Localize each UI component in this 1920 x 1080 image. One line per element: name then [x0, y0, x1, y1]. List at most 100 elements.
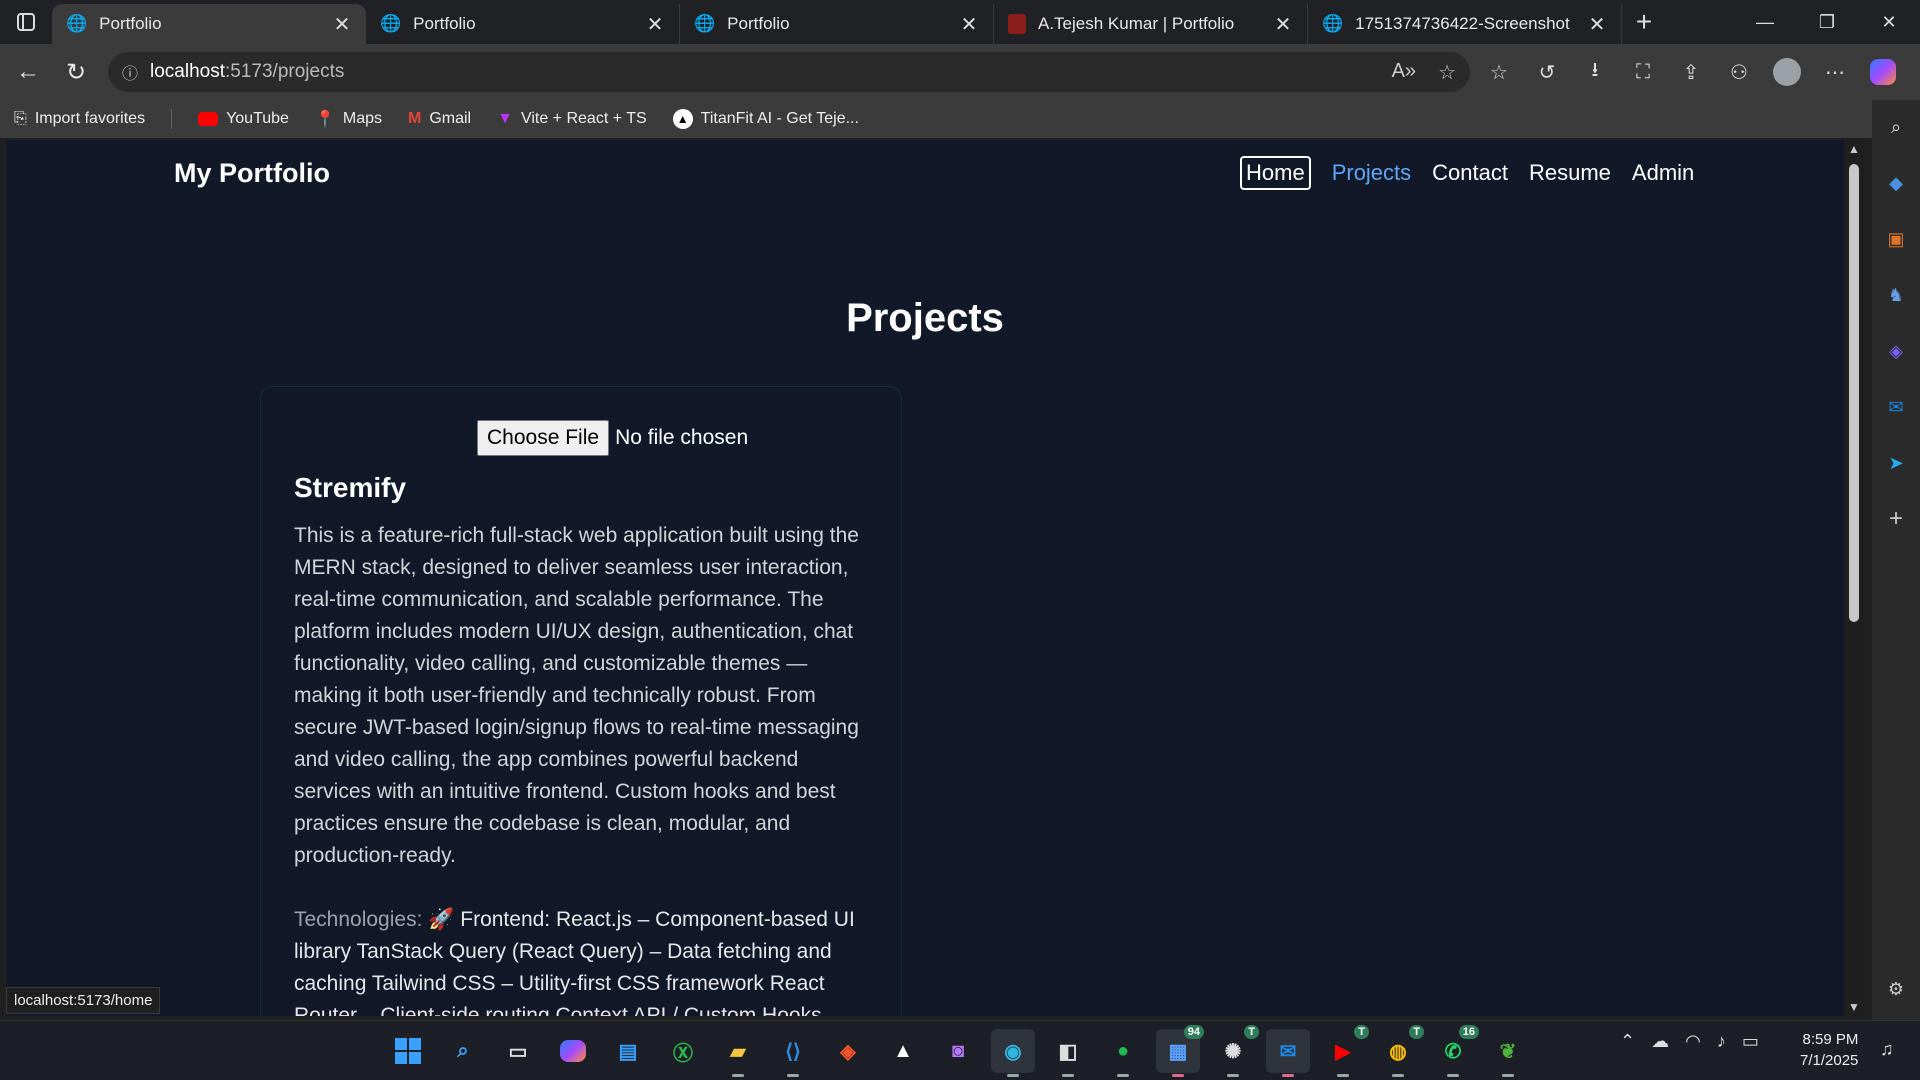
onedrive-icon[interactable]: ☁: [1651, 1031, 1669, 1052]
nav-resume[interactable]: Resume: [1529, 160, 1611, 186]
add-sidebar-icon[interactable]: +: [1883, 505, 1909, 532]
minimize-button[interactable]: —: [1734, 0, 1796, 44]
nav-contact[interactable]: Contact: [1432, 160, 1508, 186]
task-view-icon[interactable]: ▭: [496, 1029, 540, 1073]
plus-icon: +: [1635, 6, 1653, 37]
search-taskbar-icon[interactable]: ⌕: [441, 1029, 485, 1073]
globe-icon: 🌐: [66, 14, 88, 33]
read-aloud-icon[interactable]: A»: [1392, 60, 1416, 85]
tab-actions-button[interactable]: [0, 0, 52, 44]
browser-tab[interactable]: A.Tejesh Kumar | Portfolio ✕: [994, 4, 1308, 44]
page-scrollbar[interactable]: ▲ ▼: [1844, 140, 1864, 1016]
scroll-up-icon[interactable]: ▲: [1848, 142, 1860, 156]
main-nav: Home Projects Contact Resume Admin: [1240, 156, 1694, 190]
scroll-down-icon[interactable]: ▼: [1848, 1000, 1860, 1014]
globe-icon: 🌐: [380, 14, 402, 33]
settings-icon[interactable]: ⚙: [1883, 976, 1909, 1002]
running-indicator: [1502, 1074, 1514, 1077]
globe-icon: 🌐: [1322, 14, 1344, 33]
screenshot-icon[interactable]: ⛶: [1629, 58, 1657, 86]
close-tab-icon[interactable]: ✕: [1587, 12, 1607, 37]
tag-icon[interactable]: ◆: [1883, 170, 1909, 196]
close-tab-icon[interactable]: ✕: [645, 12, 665, 37]
close-tab-icon[interactable]: ✕: [332, 12, 352, 37]
refresh-button[interactable]: ↻: [52, 48, 100, 96]
tab-title: 1751374736422-Screenshot 202: [1355, 14, 1575, 33]
vite-favorite[interactable]: ▼ Vite + React + TS: [497, 110, 647, 128]
profile-avatar[interactable]: [1773, 58, 1801, 86]
nav-home[interactable]: Home: [1240, 156, 1311, 190]
site-info-icon[interactable]: ⓘ: [122, 60, 138, 84]
whatsapp-icon[interactable]: ✆ 16: [1431, 1025, 1479, 1077]
start-button[interactable]: [386, 1029, 430, 1073]
titanfit-favorite[interactable]: ▲ TitanFit AI - Get Teje...: [672, 109, 859, 129]
import-favorites-link[interactable]: ⎘ Import favorites: [14, 110, 145, 128]
browser-tab-bar: 🌐 Portfolio ✕ 🌐 Portfolio ✕ 🌐 Portfolio …: [0, 0, 1920, 44]
clock-time: 8:59 PM: [1802, 1031, 1859, 1048]
refresh-icon: ↻: [65, 58, 87, 86]
nav-admin[interactable]: Admin: [1632, 160, 1694, 186]
new-tab-button[interactable]: +: [1622, 2, 1666, 42]
notification-bell-icon[interactable]: ♫: [1880, 1039, 1894, 1060]
favorite-star-icon[interactable]: ☆: [1438, 60, 1456, 85]
project-title: Stremify: [294, 472, 407, 503]
download-icon[interactable]: ⭳: [1581, 58, 1609, 86]
share-icon[interactable]: ⇪: [1677, 58, 1705, 86]
cube-app-icon[interactable]: ◧: [1046, 1029, 1090, 1077]
mongodb-icon[interactable]: ❦: [1486, 1029, 1530, 1077]
proton-icon[interactable]: ◙: [936, 1029, 980, 1073]
games-icon[interactable]: ♞: [1883, 282, 1909, 308]
copilot-icon[interactable]: [1869, 58, 1897, 86]
titanfit-icon: ▲: [672, 109, 693, 129]
battery-icon[interactable]: ▭: [1742, 1031, 1759, 1052]
gmail-favorite[interactable]: M Gmail: [408, 110, 471, 128]
chevron-up-icon[interactable]: ⌃: [1620, 1031, 1635, 1052]
vscode-icon[interactable]: ⟨⟩: [771, 1029, 815, 1077]
telegram-icon[interactable]: ➤: [1883, 450, 1909, 476]
choose-file-button[interactable]: Choose File: [477, 420, 610, 456]
outlook-icon[interactable]: ✉: [1883, 394, 1909, 420]
restore-button[interactable]: ❐: [1796, 0, 1858, 44]
xbox-icon[interactable]: Ⓧ: [661, 1029, 705, 1073]
scroll-thumb[interactable]: [1849, 164, 1859, 622]
youtube-taskbar-icon[interactable]: ▶ T: [1321, 1025, 1369, 1077]
search-icon[interactable]: ⌕: [1883, 114, 1909, 140]
file-input[interactable]: Choose File No file chosen: [477, 420, 748, 456]
maps-favorite[interactable]: 📍 Maps: [315, 109, 382, 129]
copilot-sidebar-icon[interactable]: ◈: [1883, 338, 1909, 364]
chatgpt-icon[interactable]: ✺ T: [1211, 1025, 1259, 1077]
running-indicator: [1062, 1074, 1074, 1077]
history-icon[interactable]: ↺: [1533, 58, 1561, 86]
site-brand[interactable]: My Portfolio: [174, 158, 330, 189]
close-window-button[interactable]: ✕: [1858, 0, 1920, 44]
favorites-icon[interactable]: ☆: [1485, 58, 1513, 86]
volume-icon[interactable]: ♪: [1717, 1031, 1726, 1052]
nav-projects[interactable]: Projects: [1332, 160, 1411, 186]
brave-icon[interactable]: ◈: [826, 1029, 870, 1073]
project-description: This is a feature-rich full-stack web ap…: [294, 524, 859, 867]
youtube-favorite[interactable]: YouTube: [198, 110, 289, 128]
address-bar[interactable]: ⓘ localhost:5173/projects A» ☆: [108, 52, 1470, 92]
outlook-taskbar-icon[interactable]: ✉: [1266, 1029, 1310, 1077]
copilot-taskbar-icon[interactable]: [551, 1029, 595, 1073]
toolbox-icon[interactable]: ▣: [1883, 226, 1909, 252]
chrome-icon[interactable]: ◍ T: [1376, 1025, 1424, 1077]
edge-icon[interactable]: ◉: [991, 1029, 1035, 1077]
back-button[interactable]: ←: [4, 48, 52, 96]
close-tab-icon[interactable]: ✕: [959, 12, 979, 37]
spotify-icon[interactable]: ●: [1101, 1029, 1145, 1077]
more-menu-icon[interactable]: ⋯: [1821, 58, 1849, 86]
stack-app-icon[interactable]: ▦ 94: [1156, 1025, 1204, 1077]
vite-icon: ▼: [497, 110, 513, 127]
browser-tab[interactable]: 🌐 Portfolio ✕: [52, 4, 366, 44]
store-icon[interactable]: ▤: [606, 1029, 650, 1073]
clock[interactable]: 8:59 PM 7/1/2025: [1800, 1029, 1858, 1071]
file-explorer-icon[interactable]: ▰: [716, 1029, 760, 1077]
wifi-icon[interactable]: ◠: [1685, 1031, 1701, 1052]
extensions-icon[interactable]: ⚇: [1725, 58, 1753, 86]
browser-tab[interactable]: 🌐 Portfolio ✕: [680, 4, 994, 44]
vercel-icon[interactable]: ▲: [881, 1029, 925, 1073]
browser-tab[interactable]: 🌐 Portfolio ✕: [366, 4, 680, 44]
close-tab-icon[interactable]: ✕: [1273, 12, 1293, 37]
browser-tab[interactable]: 🌐 1751374736422-Screenshot 202 ✕: [1308, 4, 1622, 44]
